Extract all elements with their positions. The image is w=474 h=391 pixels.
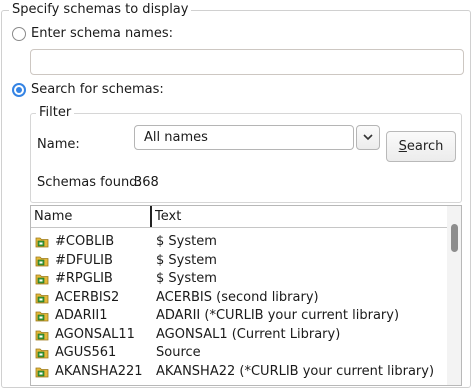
name-combo-dropdown-button[interactable] [356, 125, 380, 150]
table-row[interactable]: AGUS561 Source [31, 344, 445, 363]
row-name-cell: #DFULIB [35, 252, 113, 270]
enter-schema-label[interactable]: Enter schema names: [31, 26, 173, 42]
table-row[interactable]: AKANSHA221 AKANSHA22 (*CURLIB your curre… [31, 363, 445, 382]
table-row[interactable]: ADARII1 ADARII (*CURLIB your current lib… [31, 307, 445, 326]
name-combo[interactable]: All names [134, 125, 354, 150]
table-row[interactable]: ACERBIS2 ACERBIS (second library) [31, 289, 445, 308]
row-text: AGONSAL1 (Current Library) [156, 326, 341, 342]
search-button[interactable]: Search [386, 131, 456, 162]
row-name: #COBLIB [55, 234, 115, 249]
row-name: ADARII1 [55, 308, 108, 323]
library-folder-icon [35, 256, 49, 266]
row-name-cell: AGONSAL11 [35, 326, 135, 344]
row-text: $ System [156, 252, 217, 268]
chevron-down-icon [363, 134, 373, 141]
row-name-cell: #COBLIB [35, 233, 114, 251]
search-schema-label[interactable]: Search for schemas: [31, 82, 164, 98]
row-name-cell: AKANSHA221 [35, 363, 143, 381]
row-name: #RPGLIB [55, 271, 113, 286]
row-text: AKANSHA22 (*CURLIB your current library) [156, 363, 435, 379]
library-folder-icon [35, 367, 49, 377]
search-button-label: earch [406, 139, 444, 154]
column-header-text[interactable]: Text [152, 206, 447, 227]
schema-table[interactable]: Name Text #COBLIB $ System #DFULIB $ Sys… [30, 205, 462, 386]
name-label: Name: [37, 137, 80, 152]
library-folder-icon [35, 311, 49, 322]
table-row[interactable]: #DFULIB $ System [31, 252, 445, 271]
schema-names-input[interactable] [30, 49, 464, 75]
table-row[interactable]: #RPGLIB $ System [31, 270, 445, 289]
row-text: Source [156, 345, 201, 360]
column-header-name[interactable]: Name [31, 206, 152, 227]
scrollbar-thumb[interactable] [451, 224, 458, 252]
row-name-cell: ADARII1 [35, 307, 108, 325]
table-row[interactable]: #COBLIB $ System [31, 233, 445, 252]
row-text: ACERBIS (second library) [156, 289, 319, 305]
row-name: ACERBIS2 [55, 289, 120, 305]
row-name-cell: ACERBIS2 [35, 289, 119, 307]
row-text: $ System [156, 271, 217, 286]
row-name-cell: AGUS561 [35, 344, 116, 362]
row-name: #DFULIB [55, 252, 113, 268]
library-folder-icon [35, 330, 49, 340]
table-row[interactable]: AGONSAL11 AGONSAL1 (Current Library) [31, 326, 445, 345]
schemas-found-count: 368 [134, 175, 159, 190]
row-name-cell: #RPGLIB [35, 270, 113, 288]
filter-title: Filter [36, 105, 75, 121]
table-header: Name Text [31, 206, 461, 228]
search-button-mnemonic: S [398, 139, 407, 154]
library-folder-icon [35, 348, 49, 359]
group-title: Specify schemas to display [9, 2, 192, 18]
row-name: AGUS561 [55, 345, 117, 360]
library-folder-icon [35, 237, 49, 248]
library-folder-icon [35, 293, 49, 303]
search-schema-radio[interactable] [12, 83, 26, 97]
row-name: AGONSAL11 [55, 326, 135, 342]
row-name: AKANSHA221 [55, 363, 143, 379]
row-text: $ System [156, 234, 217, 249]
row-text: ADARII (*CURLIB your current library) [156, 308, 400, 323]
schemas-found-label: Schemas found: [37, 175, 142, 190]
library-folder-icon [35, 274, 49, 285]
enter-schema-radio[interactable] [12, 27, 26, 41]
